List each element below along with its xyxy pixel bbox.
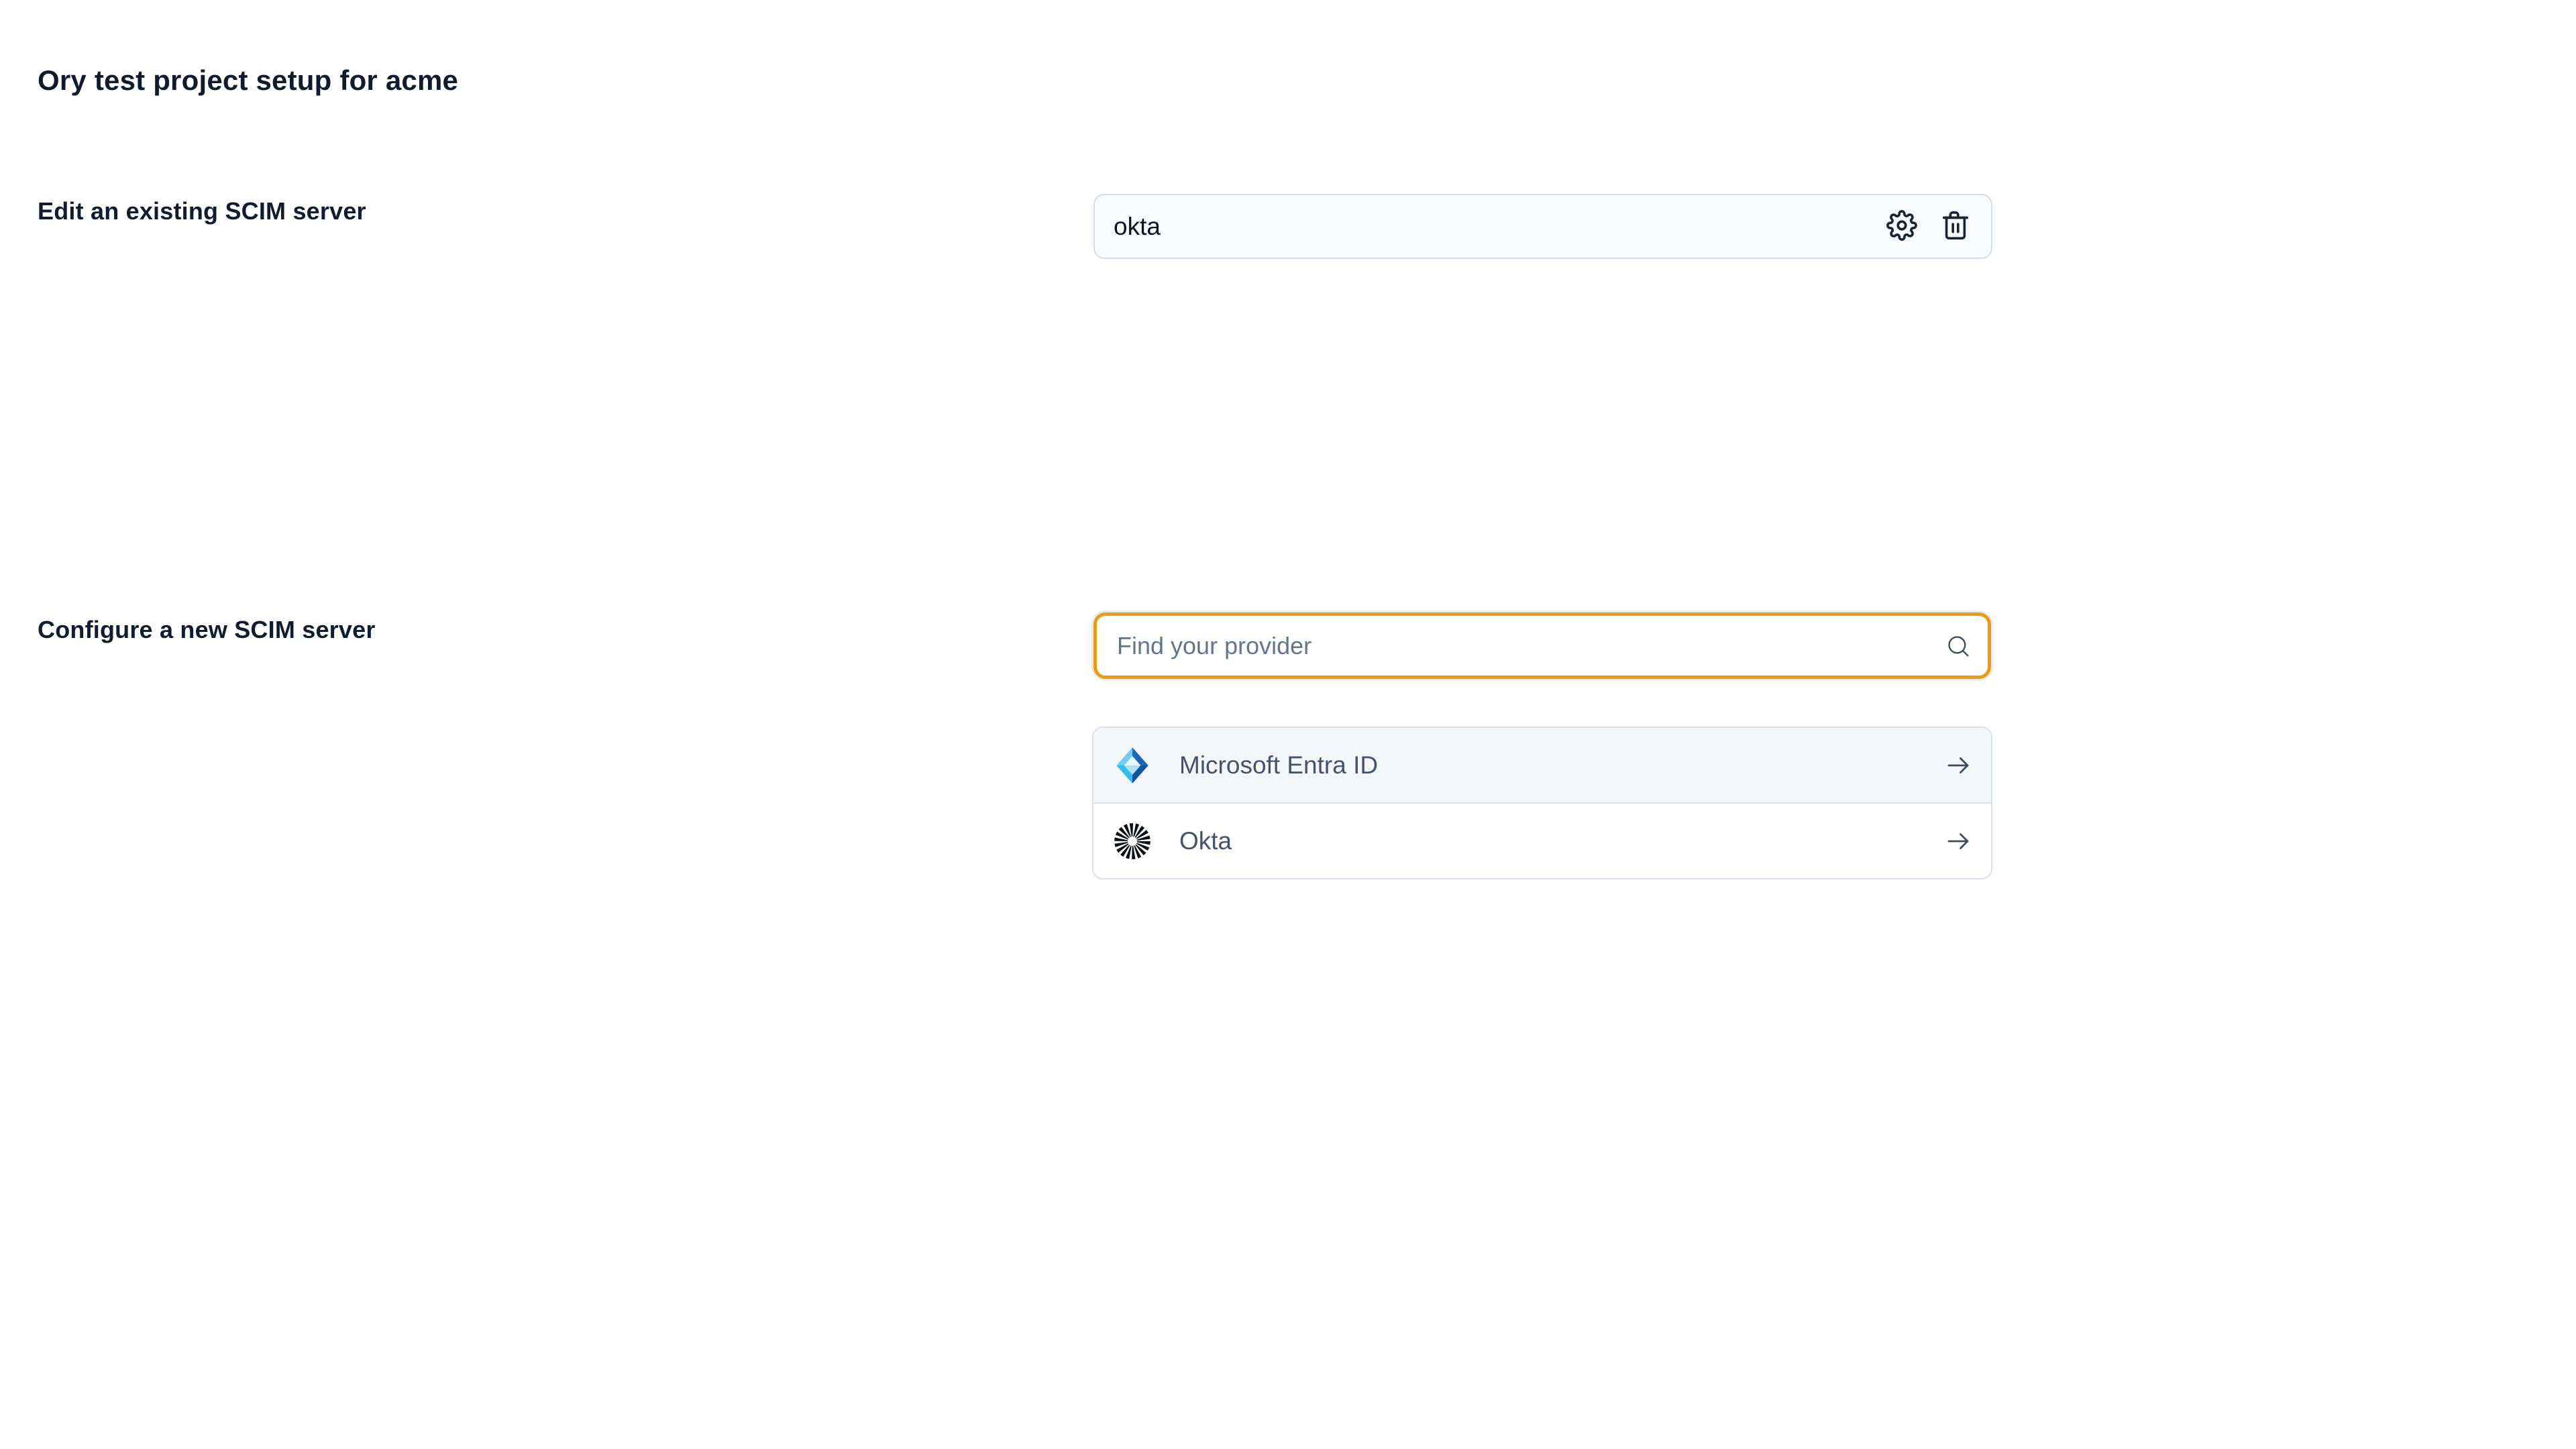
- provider-label: Okta: [1179, 827, 1232, 855]
- provider-label: Microsoft Entra ID: [1179, 751, 1378, 780]
- provider-search: [1093, 612, 1991, 679]
- server-delete-button[interactable]: [1940, 211, 1971, 242]
- scim-setup-page: Ory test project setup for acme Edit an …: [0, 0, 2576, 1449]
- arrow-right-icon: [1944, 751, 1972, 780]
- arrow-right-icon: [1944, 827, 1972, 855]
- provider-search-input[interactable]: [1093, 612, 1991, 679]
- microsoft-entra-id-logo: [1114, 747, 1151, 784]
- server-settings-button[interactable]: [1886, 211, 1917, 242]
- provider-row-microsoft-entra-id[interactable]: Microsoft Entra ID: [1093, 728, 1991, 802]
- gear-icon: [1886, 210, 1917, 243]
- trash-icon: [1940, 210, 1971, 243]
- page-title: Ory test project setup for acme: [38, 64, 458, 97]
- configure-section-heading: Configure a new SCIM server: [38, 616, 376, 644]
- edit-section-heading: Edit an existing SCIM server: [38, 197, 366, 225]
- server-name: okta: [1114, 213, 1161, 241]
- provider-list: Microsoft Entra ID Okta: [1092, 727, 1992, 879]
- existing-server-card: okta: [1093, 194, 1992, 259]
- okta-logo: [1114, 822, 1151, 860]
- provider-row-okta[interactable]: Okta: [1093, 802, 1991, 878]
